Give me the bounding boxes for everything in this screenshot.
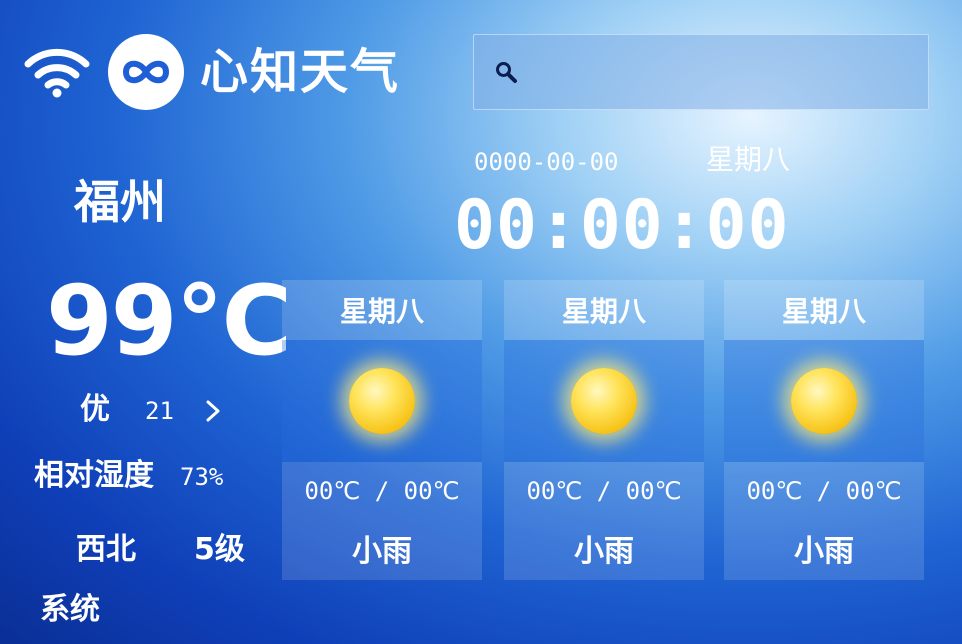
chevron-right-icon[interactable] (202, 396, 224, 426)
sun-icon (791, 368, 857, 434)
wind-direction: 西北 (76, 532, 136, 567)
search-box[interactable] (473, 34, 929, 110)
brand-name: 心知天气 (200, 44, 401, 100)
forecast-weekday: 星期八 (724, 280, 924, 340)
air-quality-value: 21 (145, 397, 174, 425)
wifi-icon (24, 48, 90, 98)
current-temperature: 99°C (46, 265, 292, 377)
system-label: 系统 (40, 592, 100, 627)
wind-level: 5级 (194, 532, 245, 567)
forecast-card[interactable]: 星期八 00℃ / 00℃ 小雨 (282, 280, 482, 580)
brand-logo (108, 34, 184, 110)
air-quality-label: 优 (80, 392, 110, 427)
forecast-temp-range: 00℃ / 00℃ (526, 477, 682, 505)
forecast-condition: 小雨 (352, 534, 412, 569)
forecast-weekday: 星期八 (504, 280, 704, 340)
forecast-temp-range: 00℃ / 00℃ (304, 477, 460, 505)
sun-icon (349, 368, 415, 434)
infinity-logo-icon (123, 60, 169, 84)
forecast-card[interactable]: 星期八 00℃ / 00℃ 小雨 (724, 280, 924, 580)
forecast-condition: 小雨 (574, 534, 634, 569)
search-icon[interactable] (494, 60, 518, 84)
sun-icon (571, 368, 637, 434)
search-input[interactable] (518, 34, 928, 110)
current-date: 0000-00-00 (474, 148, 619, 176)
current-weekday: 星期八 (706, 143, 791, 176)
forecast-condition: 小雨 (794, 534, 854, 569)
forecast-card[interactable]: 星期八 00℃ / 00℃ 小雨 (504, 280, 704, 580)
humidity-label: 相对湿度 (34, 458, 154, 493)
current-time: 00:00:00 (454, 186, 790, 265)
forecast-weekday: 星期八 (282, 280, 482, 340)
forecast-temp-range: 00℃ / 00℃ (746, 477, 902, 505)
city-name[interactable]: 福州 (74, 172, 166, 232)
humidity-value: 73% (180, 463, 224, 491)
